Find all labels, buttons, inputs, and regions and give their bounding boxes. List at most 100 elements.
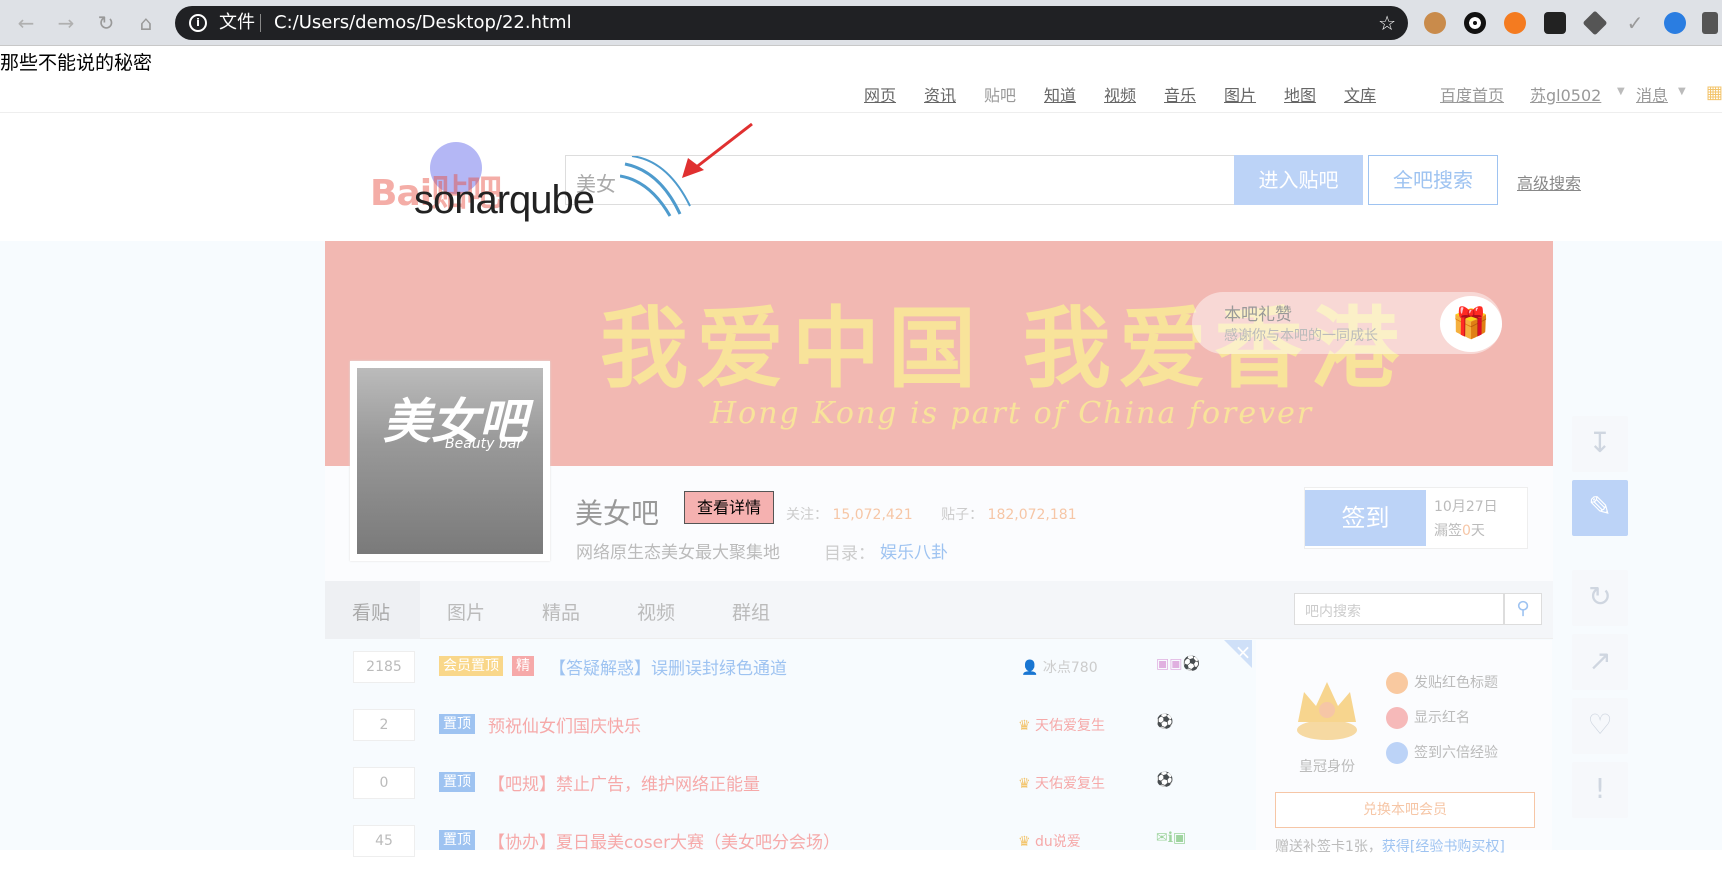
refresh-icon[interactable]: ↻ xyxy=(1572,570,1628,626)
share-icon[interactable]: ↗ xyxy=(1572,634,1628,690)
url-text[interactable]: C:/Users/demos/Desktop/22.html xyxy=(274,6,572,40)
posts-count: 182,072,181 xyxy=(987,507,1077,523)
thread-author[interactable]: ♛ 天佑爱复生 xyxy=(1018,715,1105,735)
check-extension-icon[interactable]: ✓ xyxy=(1624,12,1646,34)
arrow-left-icon[interactable]: ← xyxy=(14,11,38,35)
scheme-label: 文件 xyxy=(219,12,255,33)
nav-item-music[interactable]: 音乐 xyxy=(1164,82,1196,106)
red-arrow-icon xyxy=(682,122,753,178)
info-icon[interactable]: i xyxy=(189,14,207,32)
exchange-membership-button[interactable]: 兑换本吧会员 xyxy=(1275,792,1535,828)
user-icon: 👤 xyxy=(1021,660,1043,676)
thread-title[interactable]: 【协办】夏日最美coser大赛（美女吧分会场） xyxy=(488,828,840,853)
banner-subline: Hong Kong is part of China forever xyxy=(710,396,1314,431)
reply-count: 2 xyxy=(353,709,415,741)
report-icon[interactable]: ! xyxy=(1572,762,1628,818)
address-bar[interactable]: i 文件 C:/Users/demos/Desktop/22.html ☆ xyxy=(175,6,1408,40)
author-badges-icon: ✉ℹ▣ xyxy=(1156,830,1187,846)
nav-messages[interactable]: 消息 xyxy=(1636,82,1668,106)
cookie-extension-icon[interactable] xyxy=(1424,12,1446,34)
nav-item-video[interactable]: 视频 xyxy=(1104,82,1136,106)
perk-sign-exp: 签到六倍经验 xyxy=(1386,742,1498,764)
calendar-icon[interactable]: ▦ xyxy=(1706,80,1722,106)
chevron-down-icon[interactable]: ▼ xyxy=(1678,86,1686,97)
reply-count: 2185 xyxy=(353,651,415,683)
posts-label: 贴子： xyxy=(941,507,984,523)
author-badges-icon: ▣▣⚽ xyxy=(1156,656,1200,672)
thread-author[interactable]: 👤 冰点780 xyxy=(1021,657,1098,677)
advanced-search-link[interactable]: 高级搜索 xyxy=(1517,170,1581,194)
search-all-button[interactable]: 全吧搜索 xyxy=(1368,155,1498,205)
edit-post-icon[interactable]: ✎ xyxy=(1572,480,1628,536)
sonarqube-logo: sonarqube xyxy=(414,178,595,222)
membership-note: 赠送补签卡1张，获得[经验书购买权] xyxy=(1275,839,1505,855)
nav-item-news[interactable]: 资讯 xyxy=(924,82,956,106)
eye-icon xyxy=(1386,707,1408,729)
exp-icon xyxy=(1386,742,1408,764)
like-subtitle: 感谢你与本吧的一同成长 xyxy=(1224,328,1378,344)
tab-images[interactable]: 图片 xyxy=(447,598,485,625)
forum-name: 美女吧 xyxy=(575,497,660,530)
nav-item-zhidao[interactable]: 知道 xyxy=(1044,82,1076,106)
thread-title[interactable]: 【吧规】禁止广告，维护网络正能量 xyxy=(488,770,760,795)
download-app-icon[interactable]: ↧ xyxy=(1572,416,1628,472)
tab-posts[interactable]: 看贴 xyxy=(352,598,390,625)
avatar-subtitle: Beauty bar xyxy=(445,436,523,452)
browser-toolbar: ← → ↻ ⌂ i 文件 C:/Users/demos/Desktop/22.h… xyxy=(0,0,1722,46)
sign-in-button[interactable]: 签到 xyxy=(1305,490,1426,546)
view-details-button[interactable]: 查看详情 xyxy=(684,491,774,524)
pin-badge: 置顶 xyxy=(439,830,475,850)
enter-tieba-button[interactable]: 进入贴吧 xyxy=(1234,155,1363,205)
thread-row[interactable]: 0 置顶 【吧规】禁止广告，维护网络正能量 ♛ 天佑爱复生 ⚽ xyxy=(328,765,1253,823)
bug-extension-icon[interactable] xyxy=(1664,12,1686,34)
extension-icon[interactable] xyxy=(1702,12,1718,34)
page-title: 那些不能说的秘密 xyxy=(0,53,153,74)
layers-extension-icon[interactable] xyxy=(1582,10,1608,36)
crown-icon xyxy=(1297,682,1357,740)
crown-label: 皇冠身份 xyxy=(1299,759,1355,775)
reload-icon[interactable]: ↻ xyxy=(94,11,118,35)
home-icon[interactable]: ⌂ xyxy=(134,11,158,35)
exp-book-link[interactable]: 获得[经验书购买权] xyxy=(1382,839,1505,855)
follow-label: 关注： xyxy=(786,507,828,523)
pin-badge: 置顶 xyxy=(439,714,475,734)
thread-row[interactable]: 45 置顶 【协办】夏日最美coser大赛（美女吧分会场） ♛ du说爱 ✉ℹ▣ xyxy=(328,823,1253,881)
glasses-extension-icon[interactable] xyxy=(1544,12,1566,34)
perk-red-title: 发贴红色标题 xyxy=(1386,672,1498,694)
star-icon[interactable]: ☆ xyxy=(1378,6,1396,40)
arrow-right-icon[interactable]: → xyxy=(54,11,78,35)
category-label: 目录： xyxy=(824,544,875,564)
tab-video[interactable]: 视频 xyxy=(637,598,675,625)
nav-item-map[interactable]: 地图 xyxy=(1284,82,1316,106)
lifebuoy-extension-icon[interactable] xyxy=(1504,12,1526,34)
thread-title[interactable]: 【答疑解惑】误删误封绿色通道 xyxy=(549,654,787,679)
title-icon xyxy=(1386,672,1408,694)
reply-count: 45 xyxy=(353,825,415,857)
search-icon[interactable]: ⚲ xyxy=(1504,593,1542,625)
heart-icon[interactable]: ♡ xyxy=(1572,698,1628,754)
nav-baidu-home[interactable]: 百度首页 xyxy=(1440,82,1504,106)
chevron-down-icon[interactable]: ▼ xyxy=(1617,86,1625,97)
crown-icon: ♛ xyxy=(1018,834,1036,850)
forum-search-input[interactable]: 吧内搜索 xyxy=(1294,593,1504,625)
member-pin-badge: 会员置顶 xyxy=(439,656,503,676)
thread-row[interactable]: 2185 会员置顶 精 【答疑解惑】误删误封绿色通道 👤 冰点780 ▣▣⚽ xyxy=(328,649,1253,707)
tab-featured[interactable]: 精品 xyxy=(542,598,580,625)
category-link[interactable]: 娱乐八卦 xyxy=(880,538,948,563)
nav-item-tieba[interactable]: 贴吧 xyxy=(984,82,1016,106)
thread-title[interactable]: 预祝仙女们国庆快乐 xyxy=(488,712,641,737)
thread-author[interactable]: ♛ du说爱 xyxy=(1018,831,1081,851)
thread-author[interactable]: ♛ 天佑爱复生 xyxy=(1018,773,1105,793)
nav-item-images[interactable]: 图片 xyxy=(1224,82,1256,106)
thread-row[interactable]: 2 置顶 预祝仙女们国庆快乐 ♛ 天佑爱复生 ⚽ xyxy=(328,707,1253,765)
forum-avatar[interactable]: 美女吧 Beauty bar xyxy=(350,361,550,561)
gift-icon[interactable]: 🎁 xyxy=(1440,296,1502,352)
tab-groups[interactable]: 群组 xyxy=(732,598,770,625)
follow-count: 15,072,421 xyxy=(832,507,913,523)
nav-item-wenku[interactable]: 文库 xyxy=(1344,82,1376,106)
featured-badge: 精 xyxy=(512,656,534,676)
record-extension-icon[interactable] xyxy=(1464,12,1486,34)
nav-item-web[interactable]: 网页 xyxy=(864,82,896,106)
nav-user[interactable]: 苏gl0502 xyxy=(1530,82,1601,106)
forum-slogan: 网络原生态美女最大聚集地 xyxy=(576,543,780,563)
